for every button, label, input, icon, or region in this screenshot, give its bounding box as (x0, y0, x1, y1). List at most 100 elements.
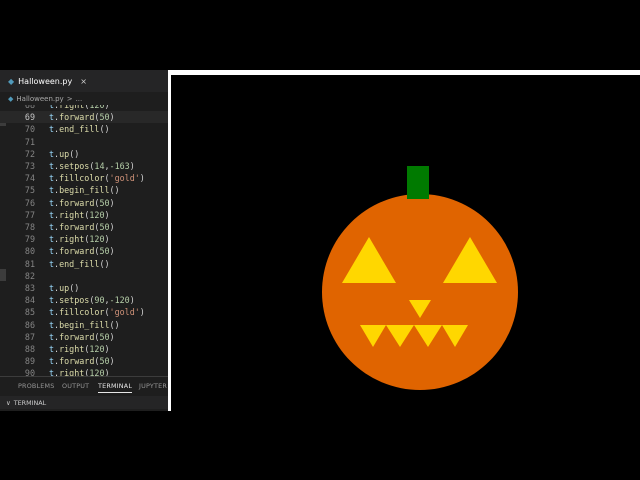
code-token: () (109, 319, 120, 330)
code-token: 120 (89, 368, 105, 376)
breadcrumb: ◆ Halloween.py > ... (8, 93, 82, 105)
line-number: 75 (24, 185, 35, 196)
line-number: 77 (24, 209, 35, 220)
breadcrumb-file[interactable]: Halloween.py (16, 95, 63, 103)
code-token: right (59, 209, 85, 220)
code-line[interactable]: 90 t.right(120) (0, 367, 168, 376)
code-line[interactable]: 83 t.up() (0, 282, 168, 294)
line-code: t.end_fill() (49, 258, 110, 270)
code-line[interactable]: 69 t.forward(50) (0, 111, 168, 124)
code-token: 50 (99, 356, 110, 367)
turtle-canvas (168, 70, 640, 411)
terminal-section-header[interactable]: ∨ TERMINAL (0, 396, 168, 409)
line-code: t.up() (49, 148, 79, 160)
line-number: 87 (24, 331, 35, 342)
code-token: forward (59, 356, 95, 367)
code-line[interactable]: 80 t.forward(50) (0, 245, 168, 257)
code-line[interactable]: 72 t.up() (0, 148, 168, 160)
code-token: 50 (99, 112, 110, 123)
code-token: 120 (89, 344, 105, 354)
code-token: -163 (109, 161, 130, 171)
code-token: right (59, 234, 85, 245)
tab-terminal[interactable]: TERMINAL (98, 382, 133, 393)
code-line[interactable]: 81 t.end_fill() (0, 258, 168, 270)
code-token: up (59, 283, 70, 293)
panel-tab-bar: PROBLEMS OUTPUT TERMINAL JUPYTER (0, 376, 168, 397)
code-token: ) (109, 197, 115, 208)
code-token: end_fill (59, 258, 100, 269)
code-token: forward (59, 331, 95, 342)
line-code: t.fillcolor('gold') (49, 306, 145, 318)
line-number: 90 (24, 368, 35, 376)
line-number: 82 (24, 270, 35, 281)
code-line[interactable]: 73 t.setpos(14,-163) (0, 160, 168, 172)
code-line[interactable]: 79 t.right(120) (0, 233, 168, 245)
close-icon[interactable]: × (80, 77, 87, 86)
line-number: 88 (24, 344, 35, 354)
pumpkin-body (322, 194, 518, 390)
tab-jupyter[interactable]: JUPYTER (139, 382, 167, 390)
code-line[interactable]: 77 t.right(120) (0, 209, 168, 221)
tab-problems[interactable]: PROBLEMS (18, 382, 54, 390)
code-line[interactable]: 88 t.right(120) (0, 343, 168, 355)
line-code: t.right(120) (49, 233, 110, 245)
code-token: ) (109, 356, 115, 367)
code-line[interactable]: 75 t.begin_fill() (0, 184, 168, 196)
code-token: 50 (99, 331, 110, 342)
code-token: end_fill (59, 124, 100, 135)
line-number: 84 (24, 295, 35, 306)
code-line[interactable]: 89 t.forward(50) (0, 355, 168, 367)
python-file-icon: ◆ (8, 95, 14, 103)
code-token: 14 (94, 161, 105, 171)
code-token: ) (104, 368, 110, 376)
code-line[interactable]: 86 t.begin_fill() (0, 319, 168, 331)
code-line[interactable]: 70 t.end_fill() (0, 123, 168, 135)
code-line[interactable]: 87 t.forward(50) (0, 331, 168, 343)
code-token: 50 (99, 222, 110, 232)
code-line[interactable]: 78 t.forward(50) (0, 221, 168, 233)
code-editor: ◆ Halloween.py × ◆ Halloween.py > ... 68… (0, 70, 168, 411)
code-token: ) (129, 295, 135, 306)
code-token: ) (139, 307, 145, 318)
line-code: t.forward(50) (49, 331, 115, 343)
python-file-icon: ◆ (8, 76, 15, 86)
tab-label: Halloween.py (18, 76, 73, 86)
code-token: 120 (89, 209, 105, 220)
line-code: t.forward(50) (49, 221, 115, 233)
code-token: begin_fill (59, 319, 110, 330)
code-line[interactable]: 76 t.forward(50) (0, 197, 168, 209)
code-token: 120 (89, 105, 105, 110)
code-line[interactable]: 85 t.fillcolor('gold') (0, 306, 168, 318)
line-number: 85 (24, 307, 35, 318)
line-number: 72 (24, 148, 35, 159)
code-token: ) (129, 161, 135, 171)
line-number: 80 (24, 246, 35, 257)
code-token: right (59, 344, 85, 354)
code-token: fillcolor (59, 173, 105, 184)
code-token: () (99, 258, 110, 269)
line-code: t.forward(50) (49, 111, 115, 123)
line-number: 81 (24, 258, 35, 269)
code-area[interactable]: 68 t.right(120) 69 t.forward(50) 70 t.end_fil… (0, 105, 168, 376)
terminal-section-title: TERMINAL (13, 398, 47, 407)
code-line[interactable]: 84 t.setpos(90,-120) (0, 294, 168, 306)
tab-output[interactable]: OUTPUT (62, 382, 89, 390)
line-number: 86 (24, 319, 35, 330)
line-code: t.begin_fill() (49, 319, 120, 331)
line-code: t.right(120) (49, 367, 110, 376)
code-token: () (69, 283, 80, 293)
code-line[interactable]: 74 t.fillcolor('gold') (0, 172, 168, 184)
code-token: forward (59, 112, 95, 123)
code-token: ) (109, 222, 115, 232)
line-code: t.right(120) (49, 209, 110, 221)
line-code: t.end_fill() (49, 123, 110, 135)
editor-tab-bar: ◆ Halloween.py × (0, 70, 168, 92)
line-code: t.setpos(14,-163) (49, 160, 135, 172)
code-token: ) (104, 105, 110, 110)
code-token: ) (109, 246, 115, 257)
code-token: () (99, 124, 110, 135)
code-line[interactable]: 82 (0, 270, 168, 282)
breadcrumb-more[interactable]: ... (76, 95, 83, 103)
tab-halloween-py[interactable]: ◆ Halloween.py × (8, 70, 87, 92)
code-line[interactable]: 71 (0, 136, 168, 148)
